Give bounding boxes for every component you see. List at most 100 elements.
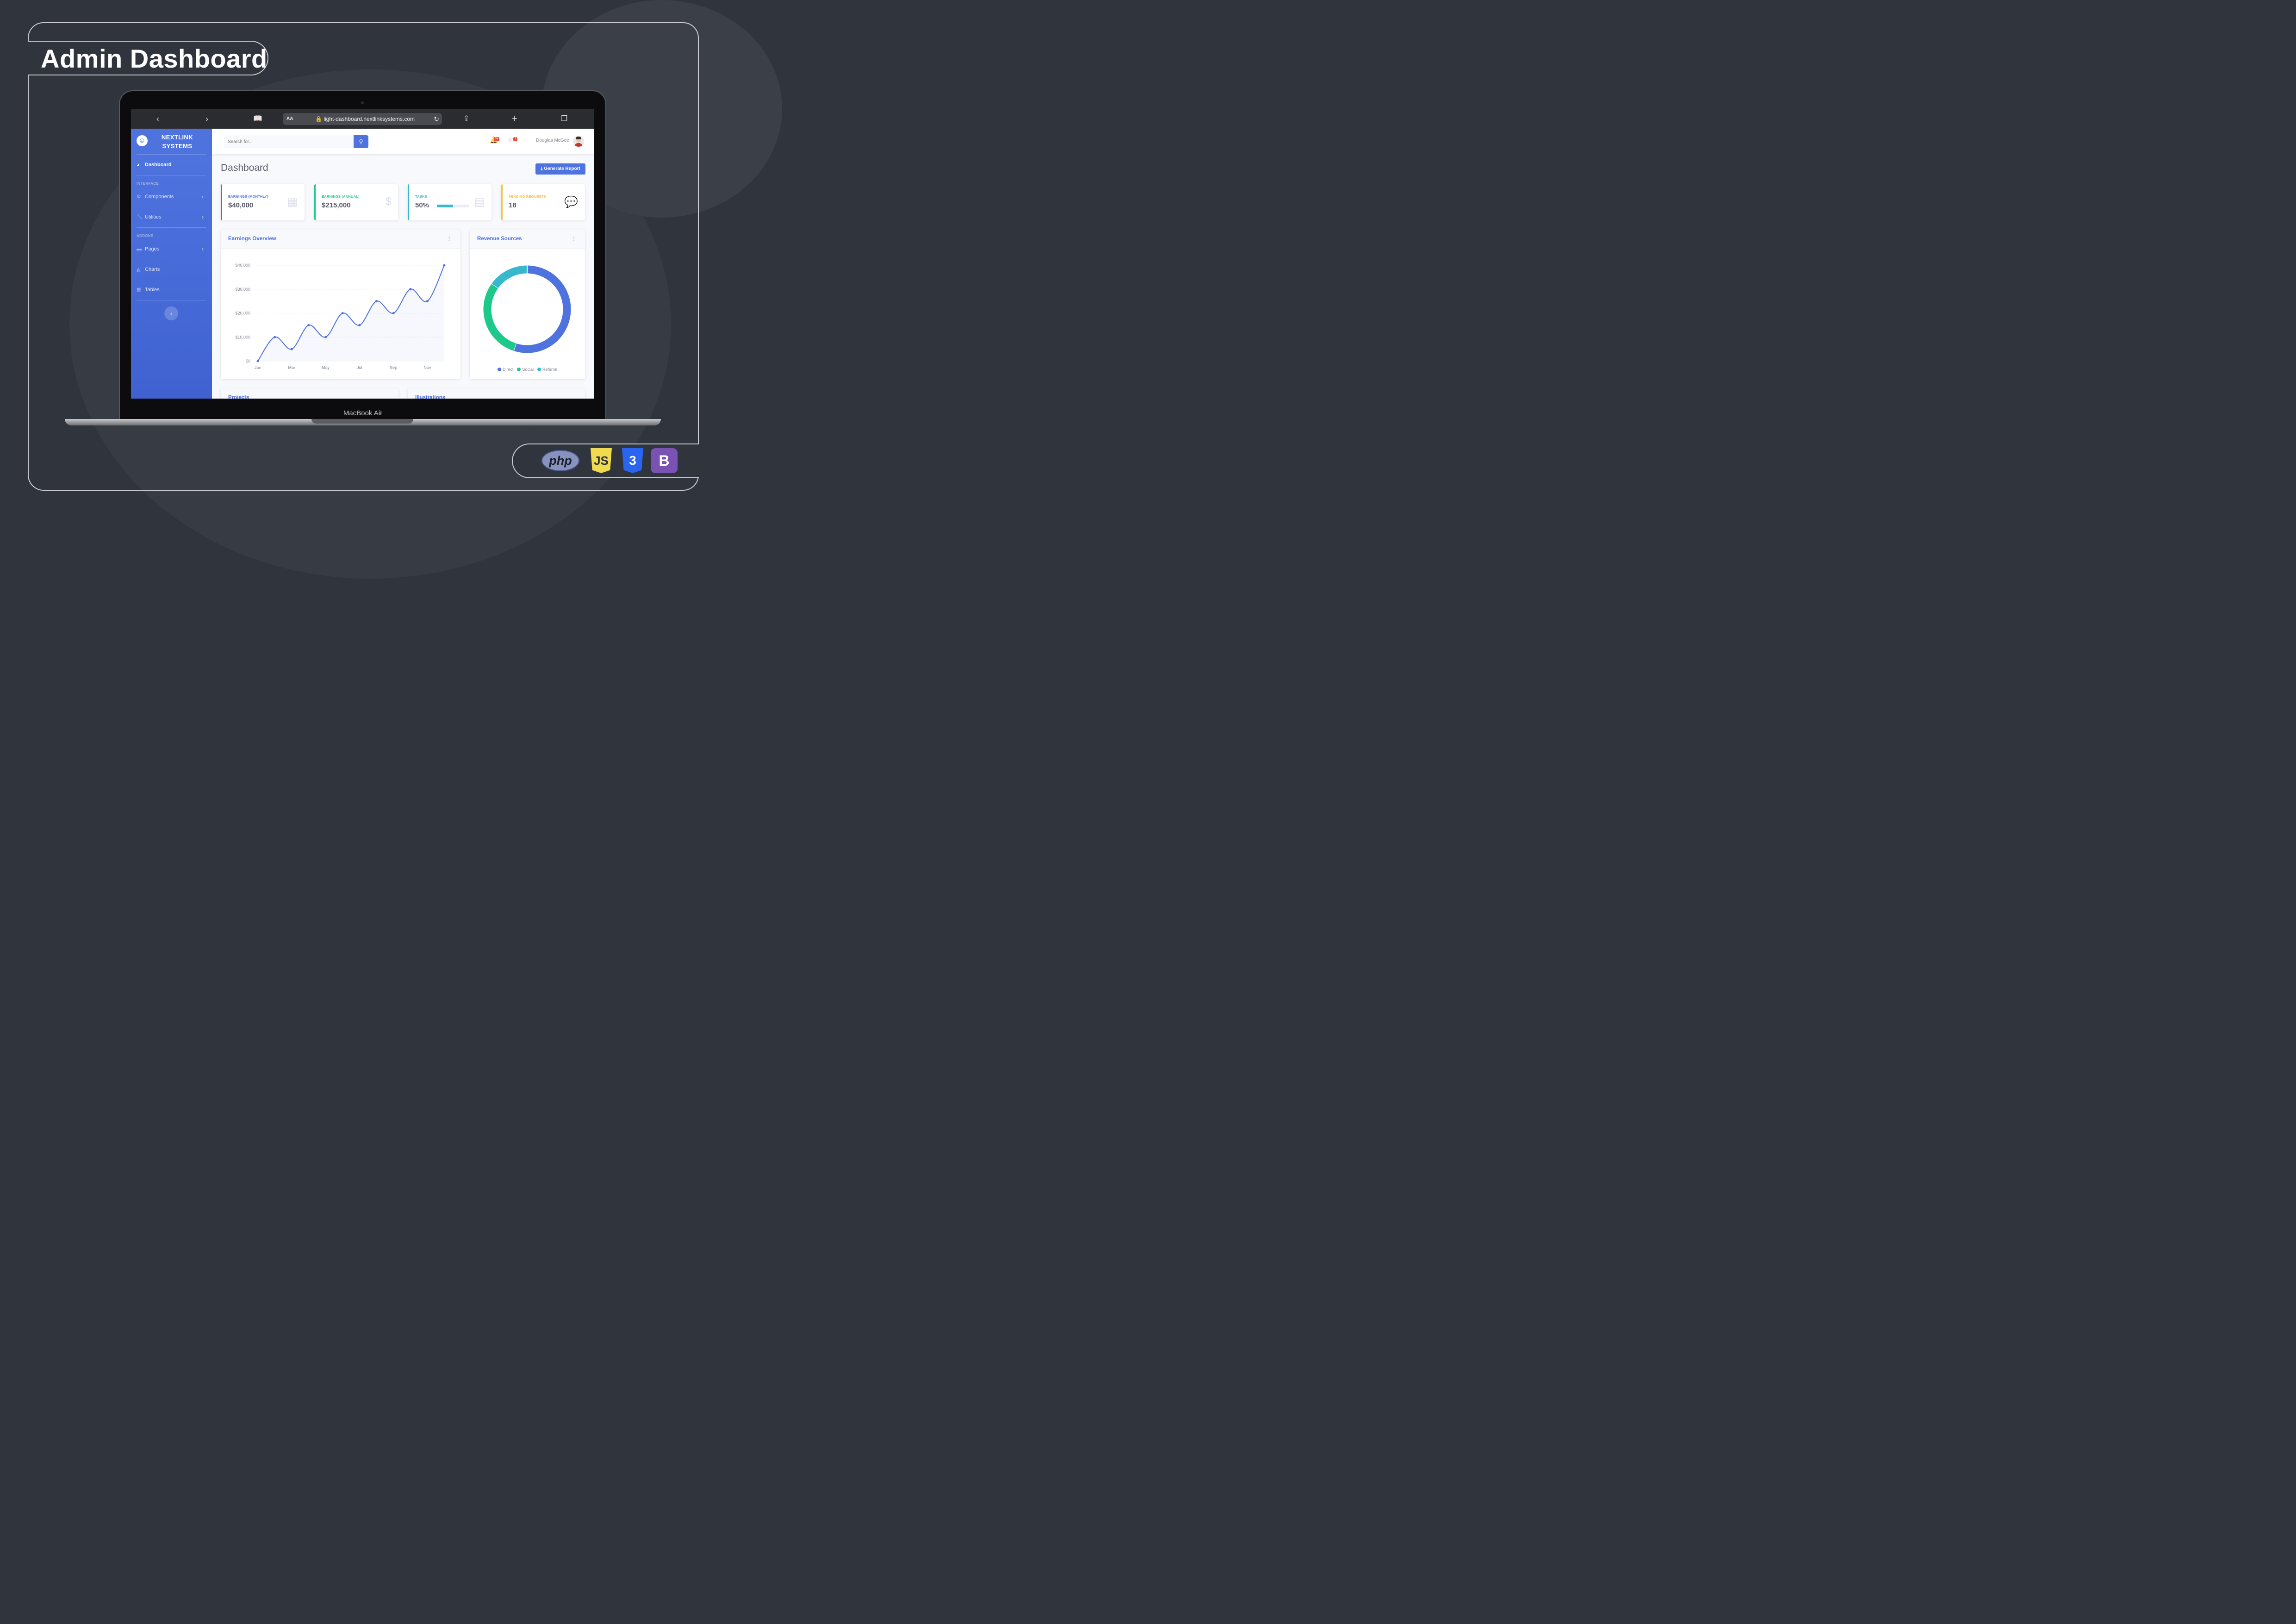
- cog-icon: ⚙: [137, 194, 141, 200]
- y-tick-label: $40,000: [235, 263, 250, 268]
- legend-dot: [537, 368, 541, 371]
- data-point: [392, 312, 395, 314]
- stat-value: $215,000: [322, 201, 351, 209]
- tasks-progress-bar: [437, 205, 469, 207]
- dollar-icon: $: [385, 195, 392, 208]
- bootstrap-logo: B: [651, 448, 678, 473]
- y-tick-label: $10,000: [235, 335, 250, 339]
- tabs-overview-icon[interactable]: ❐: [561, 114, 567, 124]
- brand-logo-icon[interactable]: ☺: [137, 135, 148, 146]
- sidebar-item-tables[interactable]: ▦ Tables: [137, 285, 208, 294]
- stat-card-earnings-monthly: Earnings (Monthly) $40,000 ▦: [221, 184, 305, 220]
- search-icon: ⚲: [359, 138, 363, 145]
- sidebar-item-components[interactable]: ⚙ Components ›: [137, 192, 208, 201]
- generate-report-label: Generate Report: [544, 166, 580, 171]
- stat-card-earnings-annual: Earnings (Annual) $215,000 $: [314, 184, 398, 220]
- back-icon[interactable]: ‹: [156, 114, 159, 124]
- sidebar-heading-interface: INTERFACE: [137, 181, 159, 186]
- legend-label: Referral: [542, 367, 558, 372]
- x-tick-label: Mar: [288, 365, 296, 370]
- chevron-right-icon: ›: [202, 214, 204, 220]
- legend-dot: [517, 368, 521, 371]
- stat-card-tasks: Tasks 50% ▤: [408, 184, 492, 220]
- illustrations-card: Illustrations: [408, 388, 585, 399]
- chart-legend: Direct Social Referral: [470, 365, 585, 373]
- laptop-notch: [311, 419, 413, 424]
- css3-logo: 3: [622, 448, 643, 473]
- javascript-logo: JS: [591, 448, 612, 473]
- ellipsis-vertical-icon[interactable]: ⋮: [446, 235, 452, 243]
- sidebar-item-label: Utilities: [145, 214, 162, 220]
- legend-label: Social: [522, 367, 534, 372]
- ellipsis-vertical-icon[interactable]: ⋮: [571, 235, 577, 243]
- php-logo: php: [541, 450, 579, 471]
- x-tick-label: Sep: [390, 365, 397, 370]
- illustrations-title: Illustrations: [415, 395, 446, 399]
- page-title: Dashboard: [221, 162, 268, 173]
- url-value: light-dashboard.nextlinksystems.com: [324, 116, 415, 122]
- sidebar-toggle-button[interactable]: ‹: [164, 306, 178, 320]
- comments-icon: 💬: [564, 196, 578, 208]
- bookmarks-icon[interactable]: 📖: [253, 114, 262, 124]
- reload-icon[interactable]: ↻: [434, 113, 439, 125]
- url-text: 🔒 light-dashboard.nextlinksystems.com: [315, 116, 415, 122]
- search-button[interactable]: ⚲: [354, 135, 368, 148]
- tasks-progress-fill: [437, 205, 453, 207]
- messages-badge: 7: [513, 137, 517, 141]
- sidebar-item-utilities[interactable]: 🔧 Utilities ›: [137, 212, 208, 222]
- poster-title: Admin Dashboard: [41, 44, 268, 73]
- y-tick-label: $30,000: [235, 287, 250, 292]
- stat-value: 50%: [415, 201, 429, 209]
- brand-name[interactable]: NEXTLINK SYSTEMS: [154, 133, 200, 150]
- data-point: [307, 324, 310, 326]
- stat-card-pending-requests: Pending Requests 18 💬: [501, 184, 585, 220]
- sidebar-item-label: Tables: [145, 287, 160, 293]
- x-tick-label: Jul: [357, 365, 362, 370]
- earnings-area-chart: $0 $10,000 $20,000 $30,000 $40,000 Jan Mar May J…: [235, 263, 446, 370]
- revenue-sources-card: Revenue Sources ⋮ Direct Social Referral: [470, 230, 585, 379]
- data-point: [341, 312, 344, 314]
- share-icon[interactable]: ⇪: [463, 114, 469, 124]
- avatar[interactable]: [573, 136, 584, 147]
- legend-label: Direct: [502, 367, 514, 372]
- revenue-donut-chart: [483, 265, 571, 353]
- donut-slice-referral: [492, 265, 528, 288]
- data-point: [290, 348, 293, 350]
- forward-icon[interactable]: ›: [205, 114, 208, 124]
- new-tab-icon[interactable]: +: [512, 114, 517, 124]
- envelope-icon[interactable]: ✉: [508, 136, 514, 144]
- stat-label: Earnings (Annual): [322, 194, 360, 199]
- x-tick-label: Nov: [423, 365, 431, 370]
- earnings-overview-card: Earnings Overview ⋮ $0 $10,000 $20,000 $30,…: [221, 230, 460, 379]
- text-size-button[interactable]: AA: [286, 113, 293, 125]
- sidebar-heading-addons: ADDONS: [137, 234, 154, 238]
- generate-report-button[interactable]: ⤓ Generate Report: [535, 163, 585, 175]
- calendar-icon: ▦: [287, 196, 298, 208]
- chevron-right-icon: ›: [202, 194, 204, 200]
- topbar: ⚲ 🔔 3+ ✉ 7 Douglas McGee: [212, 129, 594, 154]
- chevron-right-icon: ›: [202, 246, 204, 252]
- clipboard-list-icon: ▤: [474, 196, 485, 208]
- sidebar-item-dashboard[interactable]: ◕ Dashboard: [137, 160, 208, 169]
- card-header: Illustrations: [408, 388, 585, 399]
- data-point: [256, 360, 259, 362]
- stat-label: Tasks: [415, 194, 427, 199]
- search-input[interactable]: [224, 135, 354, 148]
- sidebar-item-pages[interactable]: ▬ Pages ›: [137, 244, 208, 254]
- area-chart-icon: ◭: [137, 267, 141, 272]
- user-name[interactable]: Douglas McGee: [536, 138, 569, 143]
- sidebar-item-charts[interactable]: ◭ Charts: [137, 265, 208, 274]
- alerts-badge: 3+: [494, 137, 499, 141]
- address-bar[interactable]: AA 🔒 light-dashboard.nextlinksystems.com…: [283, 113, 442, 125]
- card-header: Projects: [221, 388, 398, 399]
- table-icon: ▦: [137, 287, 142, 293]
- card-header: Earnings Overview ⋮: [221, 230, 460, 249]
- data-point: [409, 288, 412, 291]
- download-icon: ⤓: [541, 166, 543, 171]
- earnings-overview-title: Earnings Overview: [228, 236, 276, 242]
- poster-title-pill: Admin Dashboard: [28, 41, 268, 75]
- chevron-left-icon: ‹: [170, 310, 173, 317]
- legend-item: Social: [517, 367, 534, 372]
- browser-toolbar: ‹ › 📖 AA 🔒 light-dashboard.nextlinksyste…: [131, 109, 594, 129]
- donut-slice-social: [483, 283, 516, 351]
